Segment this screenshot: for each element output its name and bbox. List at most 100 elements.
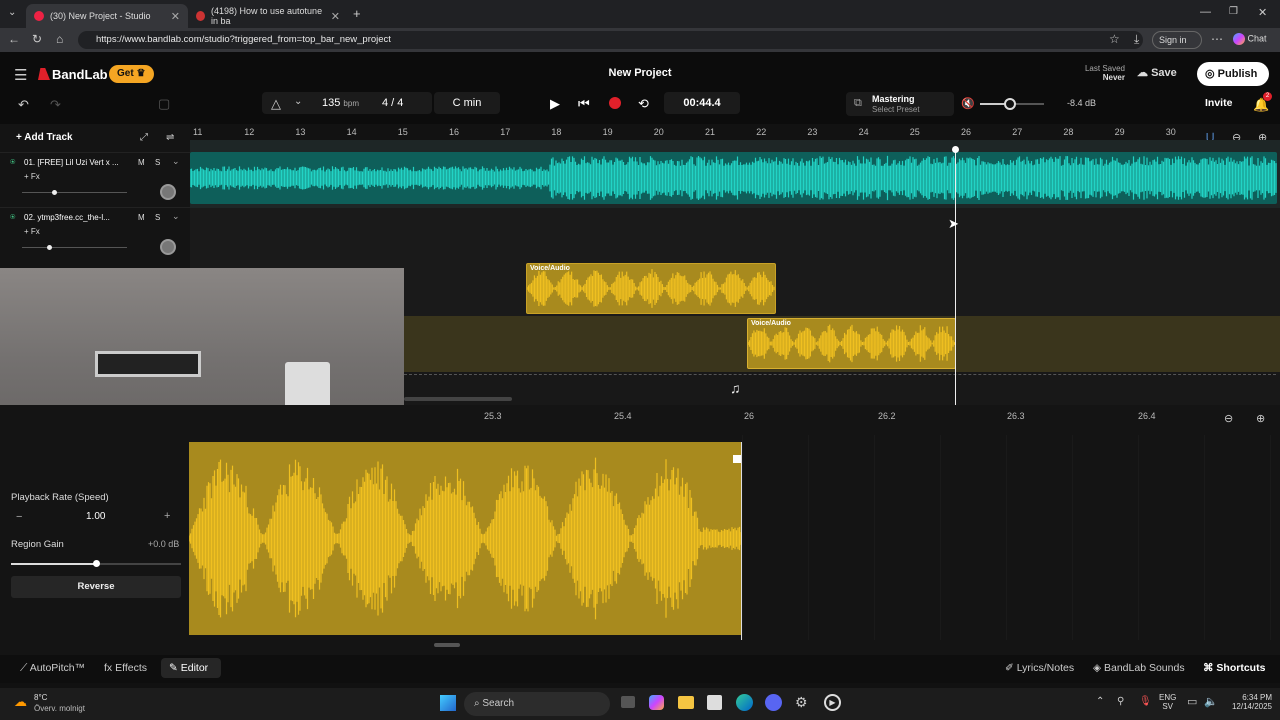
publish-button[interactable]: ◎ Publish [1197,62,1269,86]
weather-icon[interactable]: ☁ [14,694,27,710]
window-close-icon[interactable]: ✕ [1258,6,1267,19]
task-view-icon[interactable] [621,696,635,708]
url-field[interactable]: https://www.bandlab.com/studio?triggered… [78,31,1143,49]
media-player-icon[interactable]: ▶ [824,694,841,711]
logo-text[interactable]: BandLab [52,67,108,82]
loop-icon[interactable]: ⟲ [638,96,649,112]
refresh-icon[interactable]: ↻ [32,32,42,46]
slider-handle[interactable] [93,560,100,567]
steam-icon[interactable]: ⚙ [795,694,808,711]
track-volume-slider[interactable] [22,245,127,250]
display-icon[interactable]: ▭ [1187,695,1197,708]
decrement-button[interactable]: − [16,511,22,523]
track-settings-icon[interactable]: ⇌ [166,132,174,143]
close-icon[interactable]: ✕ [171,10,180,23]
taskbar-search[interactable]: ⌕ Search [464,692,610,716]
skip-back-icon[interactable]: ⏮ [578,96,590,112]
time-signature[interactable]: 4 / 4 [382,97,403,109]
solo-button[interactable]: S [155,158,160,167]
add-fx-button[interactable]: + Fx [24,227,40,236]
track-volume-slider[interactable] [22,190,127,195]
mic-muted-icon[interactable]: 🎙 [1139,696,1152,707]
favorites-icon[interactable]: ☆ [1109,32,1120,46]
pan-knob[interactable] [160,239,176,255]
clock[interactable]: 6:34 PM 12/14/2025 [1222,693,1272,711]
track-header-2[interactable]: ⍟ 02. ytmp3free.cc_the-l... M S ⌄ + Fx [0,207,190,262]
reverse-button[interactable]: Reverse [11,576,181,598]
chevron-down-icon[interactable]: ⌄ [172,211,180,222]
get-membership-button[interactable]: Get ♛ [109,65,154,83]
copilot-icon[interactable] [649,695,664,710]
region-gain-slider[interactable] [11,560,181,567]
key-selector[interactable]: C min [434,92,500,114]
mute-button[interactable]: M [138,158,145,167]
play-icon[interactable]: ▶ [550,96,560,112]
weather-temp[interactable]: 8°C [34,693,47,702]
mastering-button[interactable]: ⧉ Mastering Select Preset [846,92,954,116]
file-explorer-icon[interactable] [678,696,694,709]
track-name[interactable]: 02. ytmp3free.cc_the-l... [24,213,119,222]
zoom-out-icon[interactable]: ⊖ [1224,412,1233,425]
tab-youtube[interactable]: (4198) How to use autotune in ba ✕ [188,4,348,28]
voice-region-2[interactable]: Voice/Audio [747,318,956,369]
editor-region[interactable] [189,442,742,635]
redo-icon[interactable]: ↷ [50,97,61,113]
invite-button[interactable]: Invite [1205,97,1232,109]
home-icon[interactable]: ⌂ [56,32,63,46]
lyrics-notes-tab[interactable]: ✐ Lyrics/Notes [1005,662,1074,674]
audio-region-cyan[interactable] [190,152,1277,204]
editor-tab[interactable]: ✎ Editor [161,658,221,678]
track-name[interactable]: 01. [FREE] Lil Uzi Vert x ... [24,158,119,167]
close-icon[interactable]: ✕ [331,10,340,23]
back-icon[interactable]: ← [8,32,20,46]
mute-button[interactable]: M [138,213,145,222]
save-button[interactable]: ☁ Save [1137,66,1177,79]
playback-rate-stepper[interactable]: − 1.00 + [10,508,182,528]
slider-handle[interactable] [52,190,57,195]
playhead-handle[interactable] [952,146,959,153]
pan-knob[interactable] [160,184,176,200]
horizontal-scrollbar[interactable] [404,397,512,401]
resize-handle[interactable] [733,455,741,463]
automation-icon[interactable]: ⤢ [140,132,148,143]
downloads-icon[interactable]: ⤓ [1134,32,1139,47]
chevron-down-icon[interactable]: ⌄ [172,156,180,167]
chevron-down-icon[interactable]: ⌄ [294,96,302,107]
maximize-icon[interactable]: ❐ [1229,6,1238,17]
add-track-button[interactable]: + Add Track [16,132,73,143]
edge-icon[interactable] [736,694,753,711]
chevron-up-icon[interactable]: ⌃ [1096,696,1104,707]
autopitch-tab[interactable]: ⟋ AutoPitch™ [20,662,85,675]
undo-icon[interactable]: ↶ [18,97,29,113]
editor-ruler[interactable]: 25.3 25.4 26 26.2 26.3 26.4 [404,405,1280,435]
mute-icon[interactable]: 🔇 [961,97,975,110]
timeline-ruler[interactable]: 11 12 13 14 15 16 17 18 19 20 21 22 23 24 25 26 27 28 29 30 [190,124,1280,140]
playhead[interactable] [955,148,956,405]
volume-handle[interactable] [1004,98,1016,110]
voice-region-1[interactable]: Voice/Audio [526,263,776,314]
menu-icon[interactable]: ☰ [14,66,27,84]
zoom-in-icon[interactable]: ⊕ [1256,412,1265,425]
effects-tab[interactable]: fx Effects [104,662,147,674]
tab-new-project[interactable]: (30) New Project - Studio ✕ [26,4,188,28]
slider-handle[interactable] [47,245,52,250]
track-header-1[interactable]: ⍟ 01. [FREE] Lil Uzi Vert x ... M S ⌄ + … [0,152,190,207]
copilot-chat-button[interactable]: Chat [1233,33,1267,45]
more-icon[interactable]: ⋯ [1211,32,1223,46]
track-lane-1[interactable] [190,140,1280,208]
editor-scrollbar[interactable] [434,643,460,647]
add-fx-button[interactable]: + Fx [24,172,40,181]
record-icon[interactable] [609,97,621,109]
bpm-field[interactable]: 135 bpm [322,97,359,109]
minimize-icon[interactable]: — [1200,6,1211,18]
playback-rate-value[interactable]: 1.00 [86,511,105,522]
volume-icon[interactable]: 🔈 [1204,695,1218,708]
solo-button[interactable]: S [155,213,160,222]
split-icon[interactable]: ▢ [158,96,170,112]
tab-list-icon[interactable]: ⌄ [8,7,16,18]
metronome-icon[interactable]: △ [271,96,281,112]
signin-button[interactable]: Sign in [1152,31,1202,49]
windows-start-icon[interactable] [440,695,456,711]
discord-icon[interactable] [765,694,782,711]
bandlab-sounds-tab[interactable]: ◈ BandLab Sounds [1093,662,1185,674]
